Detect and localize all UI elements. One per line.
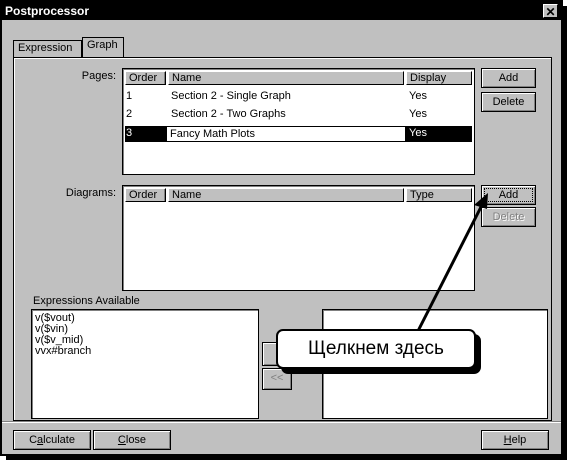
callout-annotation: Щелкнем здесь bbox=[276, 329, 476, 369]
callout-arrow bbox=[416, 193, 488, 332]
footer-divider-highlight bbox=[2, 422, 561, 423]
calculate-button[interactable]: Calculate bbox=[13, 430, 91, 450]
close-button[interactable]: Close bbox=[93, 430, 171, 450]
help-button[interactable]: Help bbox=[481, 430, 549, 450]
tab-graph[interactable]: Graph bbox=[82, 37, 124, 57]
